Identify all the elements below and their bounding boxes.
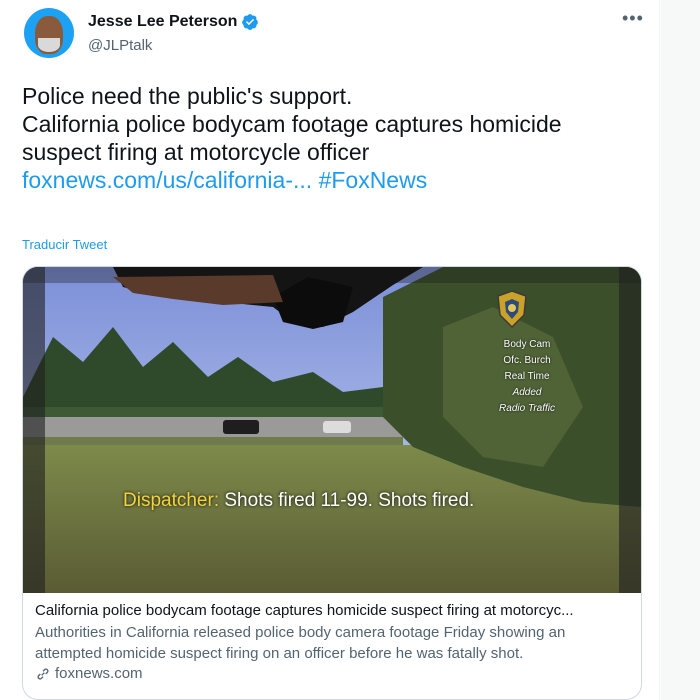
author-name[interactable]: Jesse Lee Peterson bbox=[88, 13, 237, 31]
link-card[interactable]: Body Cam Ofc. Burch Real Time Added Radi… bbox=[22, 266, 642, 700]
subtitle-speaker: Dispatcher: bbox=[123, 490, 220, 511]
bodycam-overlay: Body Cam Ofc. Burch Real Time Added Radi… bbox=[499, 337, 555, 417]
card-description: Authorities in California released polic… bbox=[35, 624, 566, 662]
author-handle[interactable]: @JLPtalk bbox=[88, 37, 152, 54]
overlay-line-1: Body Cam bbox=[503, 339, 551, 350]
tweet-line-2b: suspect firing at motorcycle officer bbox=[22, 139, 370, 165]
card-domain-row[interactable]: foxnews.com bbox=[35, 665, 629, 682]
overlay-line-5: Radio Traffic bbox=[499, 403, 555, 414]
tweet-text: Police need the public's support. Califo… bbox=[22, 82, 642, 194]
subtitle-text: Shots fired 11-99. Shots fired. bbox=[219, 490, 475, 511]
avatar[interactable] bbox=[24, 8, 74, 58]
tweet-line-2a: California police bodycam footage captur… bbox=[22, 111, 562, 137]
author-row: Jesse Lee Peterson bbox=[88, 13, 259, 31]
avatar-beard bbox=[38, 38, 60, 52]
card-meta[interactable]: California police bodycam footage captur… bbox=[23, 593, 641, 682]
tweet-link[interactable]: foxnews.com/us/california-... bbox=[22, 167, 312, 193]
tweet-line-1: Police need the public's support. bbox=[22, 83, 353, 109]
more-options-icon[interactable]: ••• bbox=[622, 8, 644, 29]
video-player[interactable]: Body Cam Ofc. Burch Real Time Added Radi… bbox=[23, 267, 641, 593]
overlay-line-3: Real Time bbox=[504, 371, 550, 382]
verified-badge-icon bbox=[242, 14, 259, 30]
overlay-line-2: Ofc. Burch bbox=[503, 355, 551, 366]
video-subtitle: Dispatcher: Shots fired 11-99. Shots fir… bbox=[123, 490, 474, 512]
video-frame bbox=[23, 267, 641, 593]
right-gutter bbox=[661, 0, 700, 700]
hashtag-link[interactable]: #FoxNews bbox=[319, 167, 428, 193]
card-domain: foxnews.com bbox=[55, 665, 143, 682]
card-title[interactable]: California police bodycam footage captur… bbox=[35, 601, 629, 621]
translate-tweet-link[interactable]: Traducir Tweet bbox=[22, 237, 107, 252]
link-icon bbox=[37, 667, 49, 680]
overlay-line-4: Added bbox=[512, 387, 542, 398]
police-badge-icon bbox=[497, 290, 527, 329]
tweet: Jesse Lee Peterson @JLPtalk ••• Police n… bbox=[0, 0, 660, 700]
